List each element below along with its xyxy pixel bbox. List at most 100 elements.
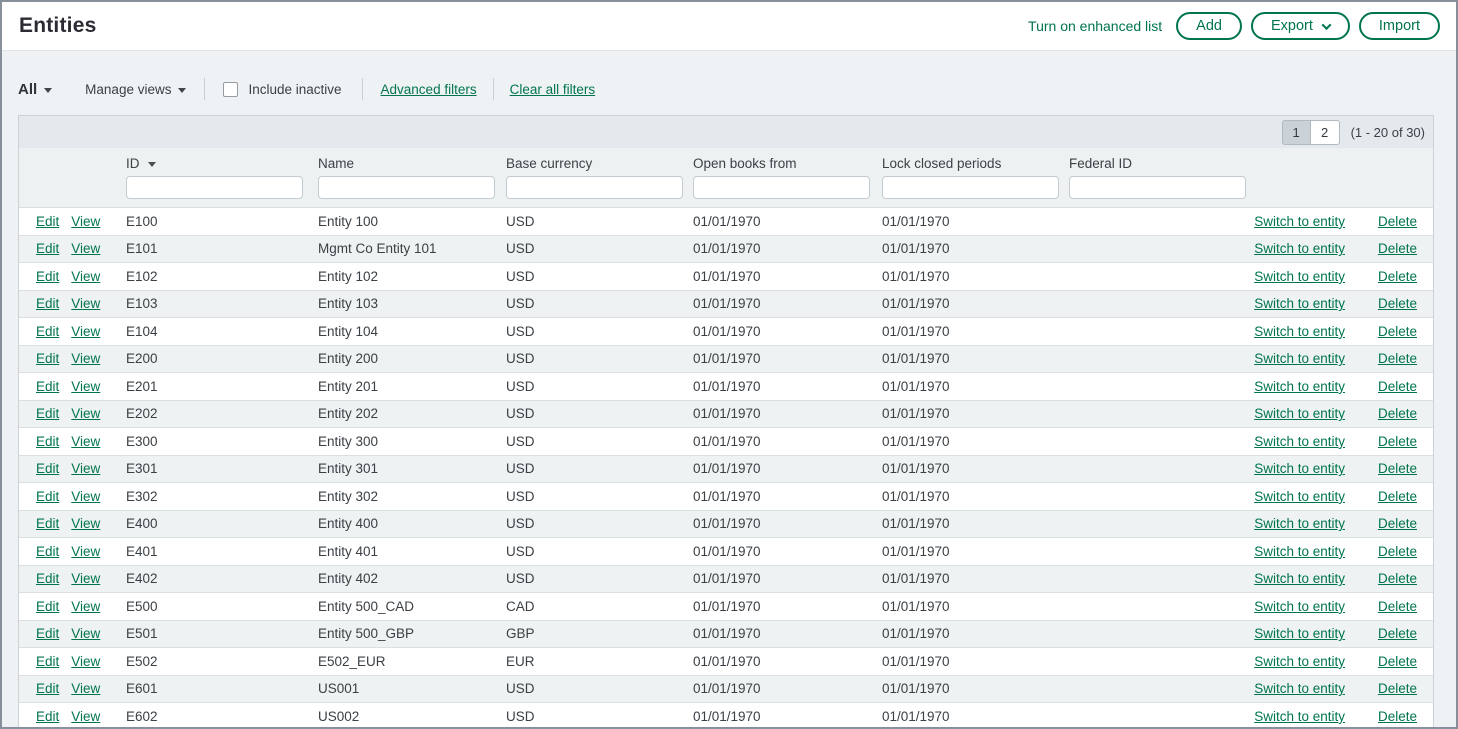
delete-link[interactable]: Delete	[1378, 681, 1417, 696]
edit-link[interactable]: Edit	[36, 324, 59, 339]
edit-link[interactable]: Edit	[36, 241, 59, 256]
delete-link[interactable]: Delete	[1378, 241, 1417, 256]
edit-link[interactable]: Edit	[36, 626, 59, 641]
view-link[interactable]: View	[71, 516, 100, 531]
delete-link[interactable]: Delete	[1378, 571, 1417, 586]
filter-input-lock-closed-periods[interactable]	[882, 176, 1059, 199]
view-link[interactable]: View	[71, 709, 100, 724]
column-header-base-currency[interactable]: Base currency	[506, 156, 693, 171]
view-selector-dropdown[interactable]: All	[18, 81, 52, 98]
switch-to-entity-link[interactable]: Switch to entity	[1254, 544, 1345, 559]
page-2-button[interactable]: 2	[1311, 120, 1340, 145]
switch-to-entity-link[interactable]: Switch to entity	[1254, 406, 1345, 421]
switch-to-entity-link[interactable]: Switch to entity	[1254, 434, 1345, 449]
column-header-id[interactable]: ID	[126, 156, 318, 171]
view-link[interactable]: View	[71, 599, 100, 614]
delete-link[interactable]: Delete	[1378, 654, 1417, 669]
edit-link[interactable]: Edit	[36, 434, 59, 449]
delete-link[interactable]: Delete	[1378, 214, 1417, 229]
switch-to-entity-link[interactable]: Switch to entity	[1254, 214, 1345, 229]
switch-to-entity-link[interactable]: Switch to entity	[1254, 324, 1345, 339]
delete-link[interactable]: Delete	[1378, 626, 1417, 641]
delete-link[interactable]: Delete	[1378, 351, 1417, 366]
edit-link[interactable]: Edit	[36, 489, 59, 504]
view-link[interactable]: View	[71, 489, 100, 504]
edit-link[interactable]: Edit	[36, 516, 59, 531]
manage-views-dropdown[interactable]: Manage views	[85, 82, 186, 97]
export-button[interactable]: Export	[1251, 12, 1350, 40]
filter-input-base-currency[interactable]	[506, 176, 683, 199]
switch-to-entity-link[interactable]: Switch to entity	[1254, 709, 1345, 724]
switch-to-entity-link[interactable]: Switch to entity	[1254, 351, 1345, 366]
edit-link[interactable]: Edit	[36, 379, 59, 394]
view-link[interactable]: View	[71, 571, 100, 586]
view-link[interactable]: View	[71, 324, 100, 339]
filter-input-id[interactable]	[126, 176, 303, 199]
edit-link[interactable]: Edit	[36, 599, 59, 614]
view-link[interactable]: View	[71, 406, 100, 421]
switch-to-entity-link[interactable]: Switch to entity	[1254, 269, 1345, 284]
switch-to-entity-link[interactable]: Switch to entity	[1254, 461, 1345, 476]
view-link[interactable]: View	[71, 461, 100, 476]
page-1-button[interactable]: 1	[1282, 120, 1311, 145]
delete-link[interactable]: Delete	[1378, 406, 1417, 421]
advanced-filters-link[interactable]: Advanced filters	[381, 82, 477, 97]
filter-input-name[interactable]	[318, 176, 495, 199]
clear-all-filters-link[interactable]: Clear all filters	[510, 82, 596, 97]
switch-to-entity-link[interactable]: Switch to entity	[1254, 681, 1345, 696]
edit-link[interactable]: Edit	[36, 544, 59, 559]
view-link[interactable]: View	[71, 654, 100, 669]
view-link[interactable]: View	[71, 434, 100, 449]
delete-link[interactable]: Delete	[1378, 599, 1417, 614]
edit-link[interactable]: Edit	[36, 296, 59, 311]
edit-link[interactable]: Edit	[36, 571, 59, 586]
edit-link[interactable]: Edit	[36, 654, 59, 669]
view-link[interactable]: View	[71, 681, 100, 696]
switch-to-entity-link[interactable]: Switch to entity	[1254, 241, 1345, 256]
switch-to-entity-link[interactable]: Switch to entity	[1254, 571, 1345, 586]
view-link[interactable]: View	[71, 351, 100, 366]
edit-link[interactable]: Edit	[36, 681, 59, 696]
switch-to-entity-link[interactable]: Switch to entity	[1254, 489, 1345, 504]
edit-link[interactable]: Edit	[36, 406, 59, 421]
view-link[interactable]: View	[71, 269, 100, 284]
delete-link[interactable]: Delete	[1378, 544, 1417, 559]
edit-link[interactable]: Edit	[36, 351, 59, 366]
manage-views-label: Manage views	[85, 82, 171, 97]
filter-input-federal-id[interactable]	[1069, 176, 1246, 199]
column-header-open-books-from[interactable]: Open books from	[693, 156, 882, 171]
switch-to-entity-link[interactable]: Switch to entity	[1254, 599, 1345, 614]
view-link[interactable]: View	[71, 296, 100, 311]
delete-link[interactable]: Delete	[1378, 489, 1417, 504]
column-header-federal-id[interactable]: Federal ID	[1069, 156, 1245, 171]
view-link[interactable]: View	[71, 544, 100, 559]
delete-link[interactable]: Delete	[1378, 461, 1417, 476]
delete-link[interactable]: Delete	[1378, 296, 1417, 311]
delete-link[interactable]: Delete	[1378, 709, 1417, 724]
delete-link[interactable]: Delete	[1378, 324, 1417, 339]
view-link[interactable]: View	[71, 379, 100, 394]
delete-link[interactable]: Delete	[1378, 269, 1417, 284]
delete-link[interactable]: Delete	[1378, 516, 1417, 531]
column-header-lock-closed-periods[interactable]: Lock closed periods	[882, 156, 1069, 171]
edit-link[interactable]: Edit	[36, 461, 59, 476]
filter-input-open-books-from[interactable]	[693, 176, 870, 199]
view-link[interactable]: View	[71, 241, 100, 256]
switch-to-entity-link[interactable]: Switch to entity	[1254, 296, 1345, 311]
edit-link[interactable]: Edit	[36, 709, 59, 724]
switch-to-entity-link[interactable]: Switch to entity	[1254, 379, 1345, 394]
switch-to-entity-link[interactable]: Switch to entity	[1254, 516, 1345, 531]
include-inactive-checkbox[interactable]	[223, 82, 238, 97]
switch-to-entity-link[interactable]: Switch to entity	[1254, 626, 1345, 641]
delete-link[interactable]: Delete	[1378, 434, 1417, 449]
import-button[interactable]: Import	[1359, 12, 1440, 40]
edit-link[interactable]: Edit	[36, 214, 59, 229]
add-button[interactable]: Add	[1176, 12, 1242, 40]
edit-link[interactable]: Edit	[36, 269, 59, 284]
view-link[interactable]: View	[71, 626, 100, 641]
turn-on-enhanced-list-link[interactable]: Turn on enhanced list	[1028, 18, 1162, 34]
delete-link[interactable]: Delete	[1378, 379, 1417, 394]
view-link[interactable]: View	[71, 214, 100, 229]
switch-to-entity-link[interactable]: Switch to entity	[1254, 654, 1345, 669]
column-header-name[interactable]: Name	[318, 156, 506, 171]
